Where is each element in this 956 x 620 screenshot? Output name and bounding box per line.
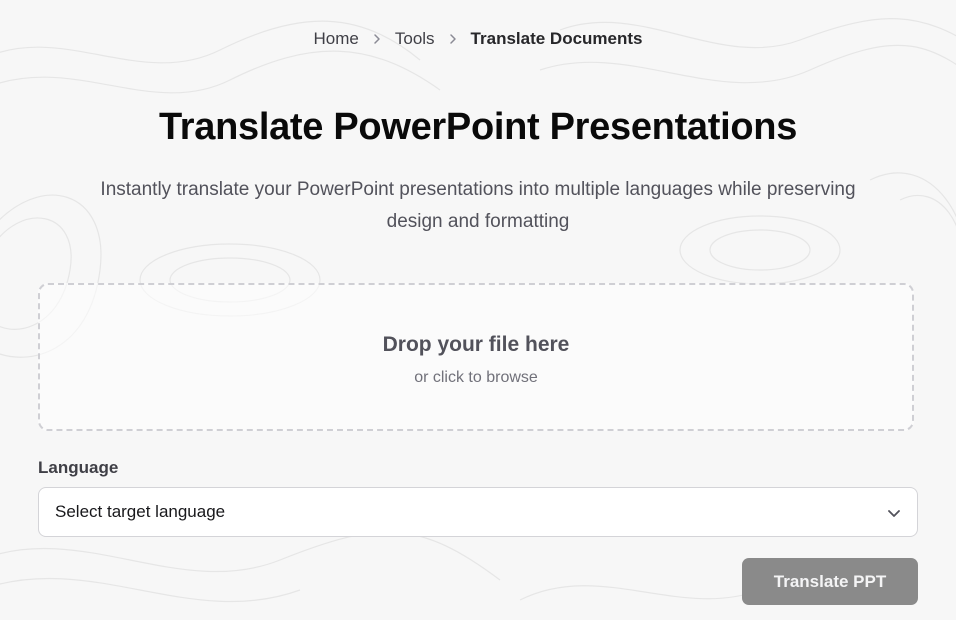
language-label: Language	[38, 458, 119, 477]
chevron-right-icon	[447, 33, 459, 45]
translate-ppt-page: Home Tools Translate Documents Translate…	[0, 0, 956, 620]
language-select-value: Select target language	[55, 502, 226, 521]
breadcrumb-home-link[interactable]: Home	[314, 29, 359, 49]
chevron-down-icon	[885, 504, 903, 522]
page-title: Translate PowerPoint Presentations	[158, 106, 798, 148]
page-subtitle: Instantly translate your PowerPoint pres…	[100, 179, 856, 232]
file-dropzone[interactable]: Drop your file here or click to browse	[38, 283, 914, 431]
dropzone-subtitle: or click to browse	[414, 369, 538, 386]
breadcrumb-current: Translate Documents	[470, 29, 643, 48]
dropzone-title: Drop your file here	[382, 333, 570, 356]
breadcrumb-tools-link[interactable]: Tools	[395, 29, 435, 49]
chevron-right-icon	[371, 33, 383, 45]
language-select[interactable]: Select target language	[38, 487, 918, 537]
translate-ppt-button[interactable]: Translate PPT	[742, 558, 918, 605]
breadcrumb: Home Tools Translate Documents	[0, 29, 956, 49]
